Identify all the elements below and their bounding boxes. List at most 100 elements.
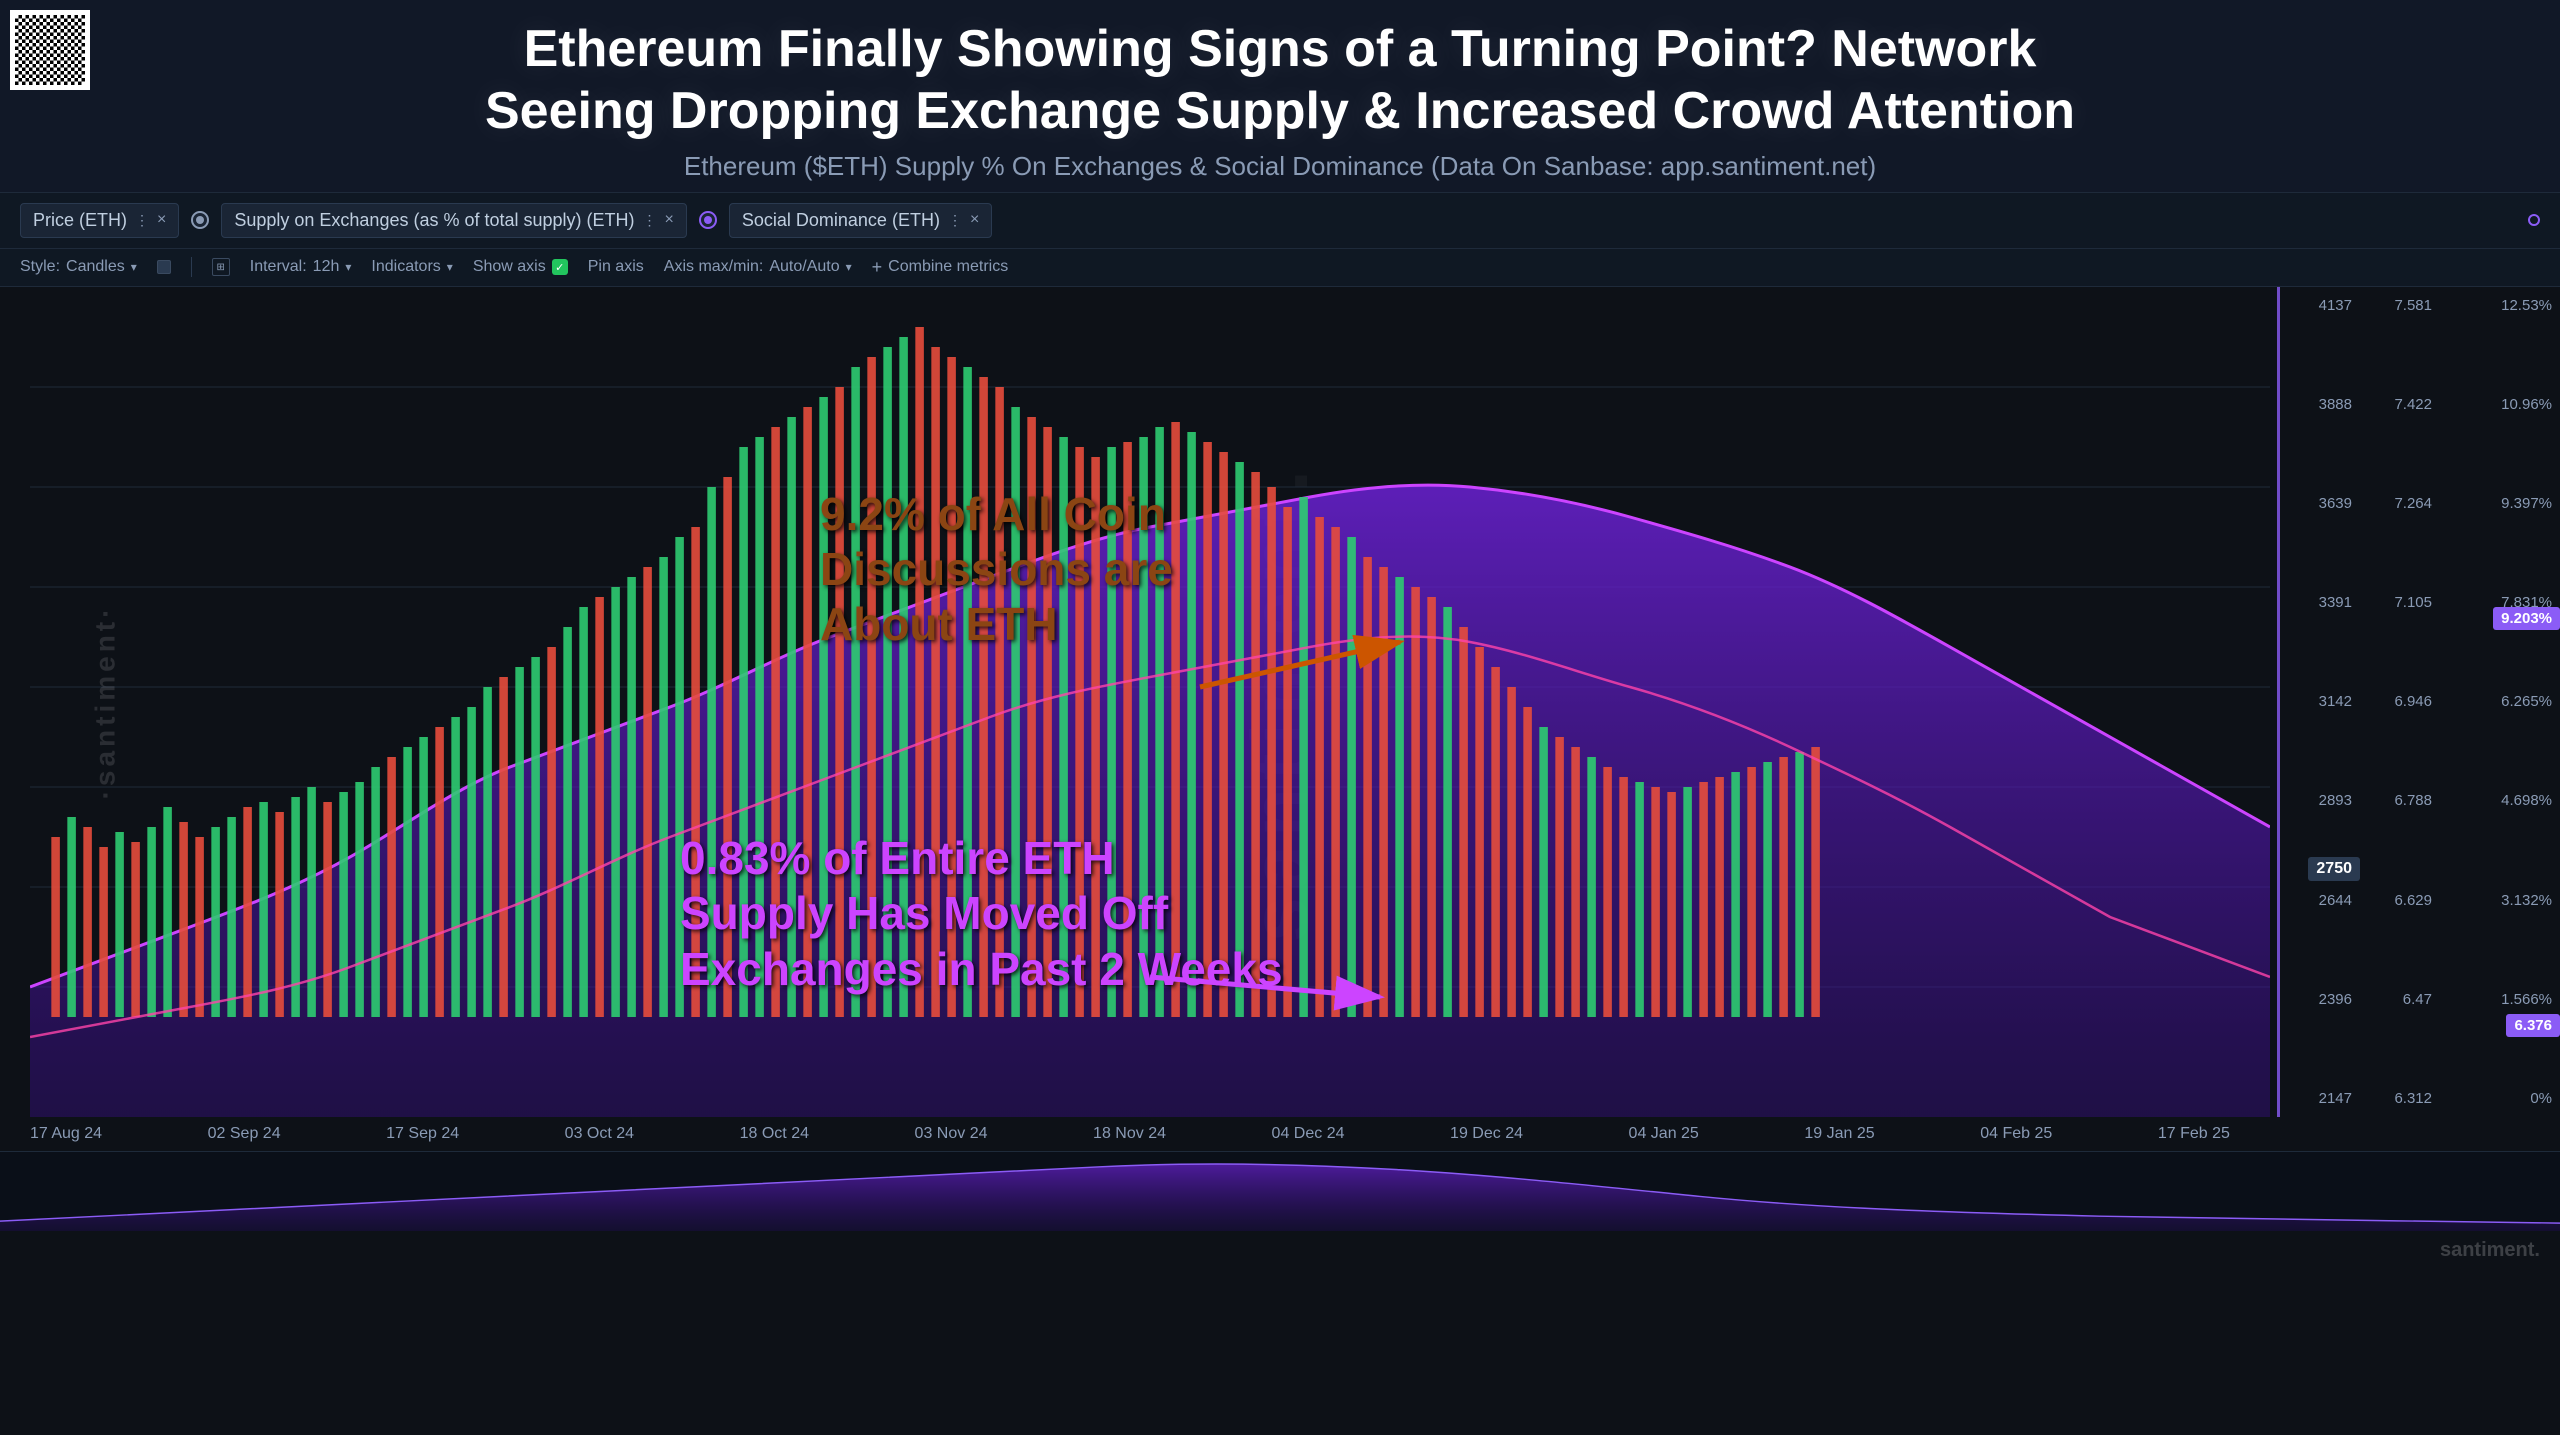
show-axis-control[interactable]: Show axis ✓ [473,258,568,276]
x-label-4: 18 Oct 24 [740,1125,809,1143]
show-axis-label: Show axis [473,258,546,276]
social-tab-label: Social Dominance (ETH) [742,210,940,231]
price-tab-close[interactable]: × [157,211,166,229]
supply-label-5: 6.788 [2360,792,2440,809]
chart-type-icon: ⊞ [212,258,230,276]
x-label-1: 02 Sep 24 [208,1125,281,1143]
qr-code [10,10,90,90]
price-label-6: 2644 [2280,892,2360,909]
social-label-4: 6.265% [2440,693,2560,710]
supply-tab-label: Supply on Exchanges (as % of total suppl… [234,210,634,231]
style-control[interactable]: Style: Candles ▾ [20,258,137,276]
social-tab-close[interactable]: × [970,211,979,229]
interval-control[interactable]: Interval: 12h ▾ [250,258,352,276]
interval-chevron: ▾ [345,260,351,274]
style-value: Candles [66,258,125,276]
supply-label-8: 6.312 [2360,1090,2440,1107]
supply-label-7: 6.47 [2360,991,2440,1008]
metrics-toolbar: Price (ETH) ⋮ × Supply on Exchanges (as … [0,193,2560,249]
supply-label-6: 6.629 [2360,892,2440,909]
x-label-7: 04 Dec 24 [1272,1125,1345,1143]
footer: santiment. [0,1231,2560,1270]
metric-tab-social[interactable]: Social Dominance (ETH) ⋮ × [729,203,992,238]
indicators-chevron: ▾ [447,260,453,274]
x-label-12: 17 Feb 25 [2158,1125,2230,1143]
x-label-2: 17 Sep 24 [386,1125,459,1143]
metric-connector-1 [191,211,209,229]
axis-maxmin-control[interactable]: Axis max/min: Auto/Auto ▾ [664,258,852,276]
y-axis-supply: 7.581 7.422 7.264 7.105 6.946 6.788 6.62… [2360,287,2440,1117]
supply-label-3: 7.105 [2360,594,2440,611]
page-title: Ethereum Finally Showing Signs of a Turn… [80,18,2480,143]
price-label-4: 3142 [2280,693,2360,710]
price-tab-menu[interactable]: ⋮ [135,212,149,229]
indicators-label: Indicators [371,258,440,276]
mini-chart[interactable] [0,1151,2560,1231]
y-axis-price: 4137 3888 3639 3391 3142 2893 2644 2396 … [2280,287,2360,1117]
combine-metrics-label: Combine metrics [888,258,1008,276]
social-label-0: 12.53% [2440,297,2560,314]
current-social-badge-low: 6.376 [2506,1014,2560,1037]
interval-value: 12h [313,258,340,276]
axis-chevron: ▾ [846,260,852,274]
supply-label-1: 7.422 [2360,396,2440,413]
price-label-8: 2147 [2280,1090,2360,1107]
price-label-7: 2396 [2280,991,2360,1008]
combine-plus-icon: + [872,257,883,278]
style-chevron: ▾ [131,260,137,274]
supply-label-0: 7.581 [2360,297,2440,314]
candle-style-icon [157,260,171,274]
divider-1 [191,257,192,277]
current-social-badge-high: 9.203% [2493,607,2560,630]
price-label-5: 2893 [2280,792,2360,809]
footer-watermark: santiment. [2440,1239,2540,1262]
supply-label-2: 7.264 [2360,495,2440,512]
controls-bar: Style: Candles ▾ ⊞ Interval: 12h ▾ Indic… [0,249,2560,287]
price-tab-label: Price (ETH) [33,210,127,231]
x-label-6: 18 Nov 24 [1093,1125,1166,1143]
pin-axis-label: Pin axis [588,258,644,276]
social-label-8: 0% [2440,1090,2560,1107]
right-indicator [2528,214,2540,226]
x-label-10: 19 Jan 25 [1804,1125,1874,1143]
price-label-0: 4137 [2280,297,2360,314]
current-price-badge: 2750 [2308,857,2360,881]
social-label-6: 3.132% [2440,892,2560,909]
combine-metrics-control[interactable]: + Combine metrics [872,257,1009,278]
price-label-2: 3639 [2280,495,2360,512]
x-label-9: 04 Jan 25 [1629,1125,1699,1143]
chart-svg [30,287,2270,1117]
metric-connector-2 [699,211,717,229]
sidebar-watermark: ·santiment· [89,604,121,799]
page-subtitle: Ethereum ($ETH) Supply % On Exchanges & … [80,151,2480,182]
metric-tab-supply[interactable]: Supply on Exchanges (as % of total suppl… [221,203,687,238]
x-label-11: 04 Feb 25 [1980,1125,2052,1143]
y-axis-social: 12.53% 10.96% 9.397% 7.831% 6.265% 4.698… [2440,287,2560,1117]
x-label-0: 17 Aug 24 [30,1125,102,1143]
social-label-1: 10.96% [2440,396,2560,413]
price-label-3: 3391 [2280,594,2360,611]
mini-chart-svg [0,1152,2560,1231]
social-label-7: 1.566% [2440,991,2560,1008]
supply-tab-close[interactable]: × [665,211,674,229]
main-chart: santiment. [0,287,2560,1117]
social-label-2: 9.397% [2440,495,2560,512]
interval-label: Interval: [250,258,307,276]
metric-tab-price[interactable]: Price (ETH) ⋮ × [20,203,179,238]
supply-tab-menu[interactable]: ⋮ [643,212,657,229]
axis-label: Axis max/min: [664,258,764,276]
x-label-8: 19 Dec 24 [1450,1125,1523,1143]
x-label-5: 03 Nov 24 [915,1125,988,1143]
pin-axis-control[interactable]: Pin axis [588,258,644,276]
supply-label-4: 6.946 [2360,693,2440,710]
price-label-1: 3888 [2280,396,2360,413]
header: Ethereum Finally Showing Signs of a Turn… [0,0,2560,193]
x-label-3: 03 Oct 24 [565,1125,634,1143]
axis-value: Auto/Auto [769,258,839,276]
indicators-control[interactable]: Indicators ▾ [371,258,452,276]
social-tab-menu[interactable]: ⋮ [948,212,962,229]
social-label-5: 4.698% [2440,792,2560,809]
style-label: Style: [20,258,60,276]
x-axis: 17 Aug 24 02 Sep 24 17 Sep 24 03 Oct 24 … [0,1117,2560,1151]
show-axis-checkbox[interactable]: ✓ [552,259,568,275]
